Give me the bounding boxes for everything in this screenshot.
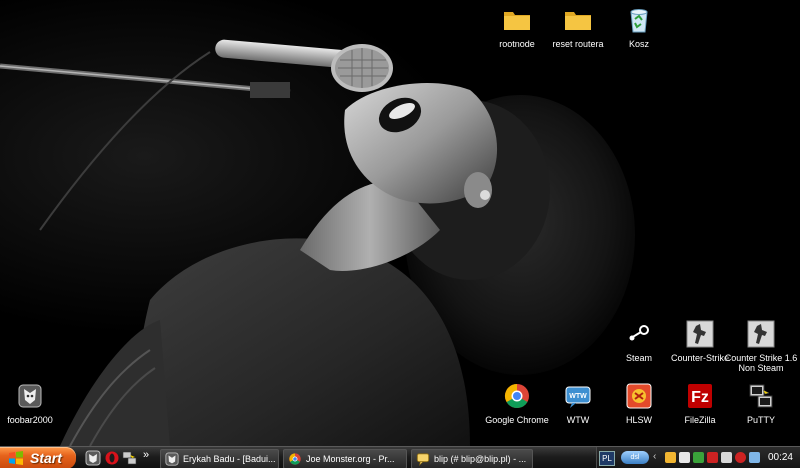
desktop-icon-label: Kosz (628, 39, 649, 49)
start-button[interactable]: Start (0, 447, 76, 468)
desktop-icon-putty[interactable]: PuTTY (719, 380, 800, 425)
tray-app-icon[interactable] (693, 452, 704, 463)
task-button-label: Joe Monster.org - Pr... (306, 454, 395, 464)
desktop-icon-label: foobar2000 (7, 415, 53, 425)
network-status-icon[interactable]: dsl (621, 451, 649, 464)
task-button-blip[interactable]: blip (# blip@blip.pl) - ... (411, 449, 533, 468)
task-button-chrome[interactable]: Joe Monster.org - Pr... (283, 449, 407, 468)
task-button-foobar2000[interactable]: Erykah Badu - [Badui... (160, 449, 279, 468)
tray-app-icon[interactable] (665, 452, 676, 463)
tray-app-icon[interactable] (735, 452, 746, 463)
steam-icon (629, 325, 649, 341)
windows-logo-icon (9, 451, 23, 465)
chat-icon (416, 453, 430, 466)
wtw-icon: WTW (565, 386, 591, 408)
svg-text:WTW: WTW (569, 393, 587, 400)
desktop: rootnode reset routera Kosz Steam Counte… (0, 0, 800, 468)
putty-quicklaunch-icon[interactable] (122, 450, 138, 466)
foobar2000-icon (18, 384, 42, 408)
foobar2000-icon (165, 452, 179, 466)
desktop-icon-counter-strike-non-steam[interactable]: Counter Strike 1.6 Non Steam (719, 318, 800, 373)
start-label: Start (30, 450, 62, 466)
task-button-label: Erykah Badu - [Badui... (183, 454, 276, 464)
language-indicator[interactable]: PL (599, 451, 615, 466)
desktop-icon-label: Counter Strike 1.6 Non Steam (724, 353, 798, 373)
taskbar: Start » Erykah Badu - [Badui... Joe Mons… (0, 446, 800, 468)
task-button-label: blip (# blip@blip.pl) - ... (434, 454, 527, 464)
opera-quicklaunch-icon[interactable] (104, 450, 120, 466)
clock[interactable]: 00:24 (768, 447, 793, 468)
counter-strike-icon (686, 320, 714, 348)
quick-launch-more-button[interactable]: » (143, 449, 159, 465)
recycle-bin-icon (630, 9, 648, 33)
system-tray: PL dsl ‹ 00:24 (596, 447, 800, 468)
tray-app-icon[interactable] (721, 452, 732, 463)
foobar2000-quicklaunch-icon[interactable] (85, 450, 101, 466)
volume-icon[interactable] (749, 452, 760, 463)
desktop-icon-foobar2000[interactable]: foobar2000 (0, 380, 72, 425)
tray-expand-icon[interactable]: ‹ (653, 451, 656, 462)
folder-icon (565, 12, 591, 30)
tray-app-icon[interactable] (707, 452, 718, 463)
filezilla-icon: Fz (688, 384, 712, 408)
tray-app-icon[interactable] (679, 452, 690, 463)
chrome-icon (289, 453, 301, 465)
folder-icon (504, 12, 530, 30)
desktop-icon-label: PuTTY (746, 415, 775, 425)
desktop-icon-kosz[interactable]: Kosz (597, 4, 681, 49)
chrome-icon (504, 384, 529, 409)
hlsw-icon (626, 383, 652, 409)
svg-text:Fz: Fz (691, 389, 709, 406)
counter-strike-icon (747, 320, 775, 348)
putty-icon (749, 384, 773, 408)
